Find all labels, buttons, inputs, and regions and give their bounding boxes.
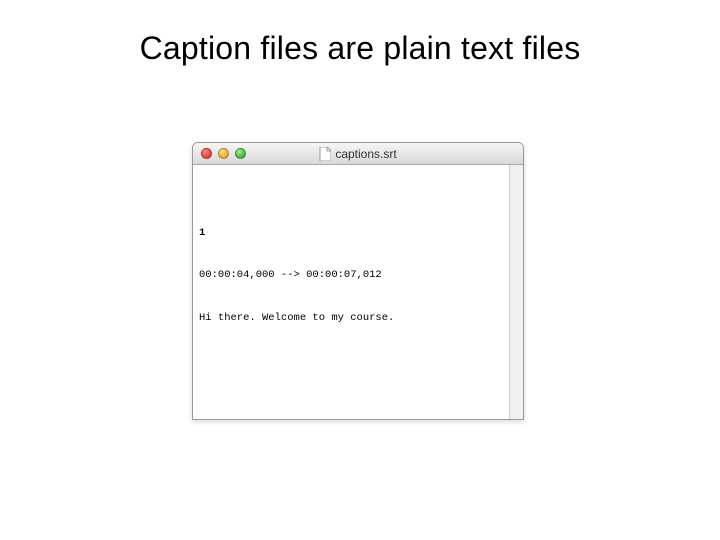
window-title: captions.srt — [335, 147, 396, 161]
editor-window: captions.srt 1 00:00:04,000 --> 00:00:07… — [192, 142, 524, 420]
file-icon — [319, 147, 331, 161]
caption-time: 00:00:04,000 --> 00:00:07,012 — [199, 268, 503, 282]
caption-block: 2 00:00:07,012 --> 00:00:10,004 In this … — [199, 396, 503, 419]
window-titlebar[interactable]: captions.srt — [193, 143, 523, 165]
caption-block: 1 00:00:04,000 --> 00:00:07,012 Hi there… — [199, 197, 503, 353]
minimize-button[interactable] — [218, 148, 229, 159]
text-editor[interactable]: 1 00:00:04,000 --> 00:00:07,012 Hi there… — [193, 165, 509, 419]
zoom-button[interactable] — [235, 148, 246, 159]
vertical-scrollbar[interactable] — [509, 165, 523, 419]
caption-text: Hi there. Welcome to my course. — [199, 311, 503, 325]
editor-body: 1 00:00:04,000 --> 00:00:07,012 Hi there… — [193, 165, 523, 419]
caption-index: 1 — [199, 226, 503, 240]
close-button[interactable] — [201, 148, 212, 159]
window-controls — [201, 148, 246, 159]
slide-title: Caption files are plain text files — [0, 0, 720, 67]
